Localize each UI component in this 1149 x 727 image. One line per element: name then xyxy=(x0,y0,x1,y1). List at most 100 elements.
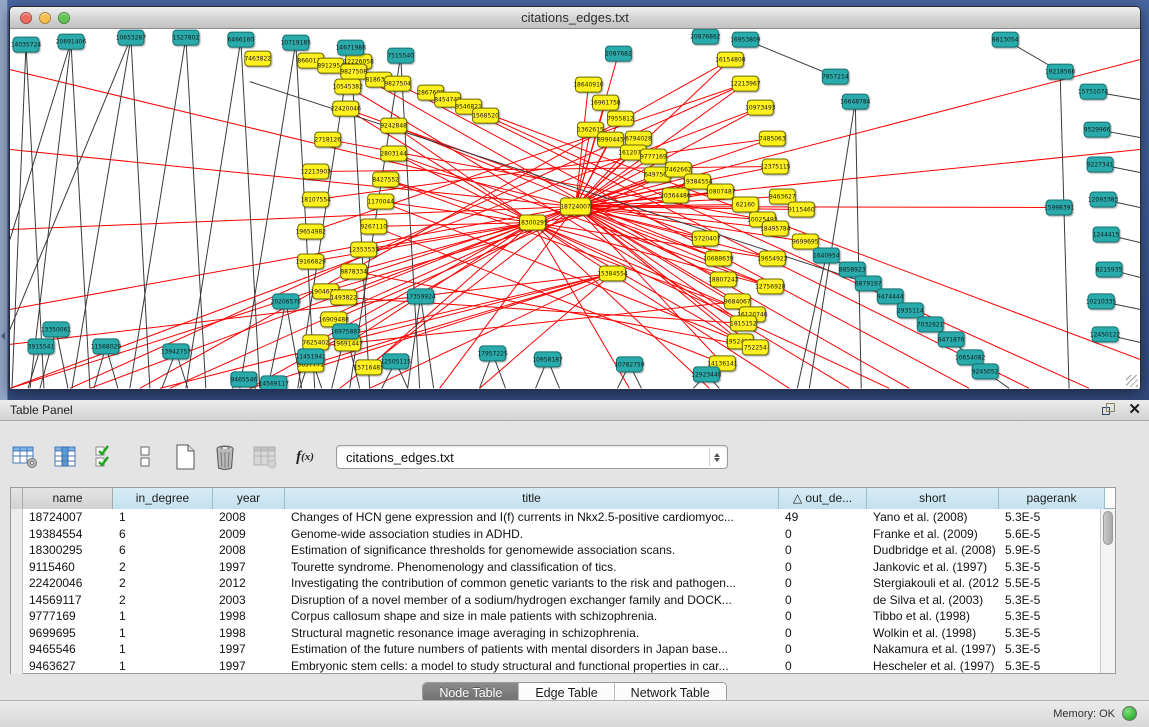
graph-node[interactable]: 6466160 xyxy=(227,32,254,47)
table-cell[interactable]: Tourette syndrome. Phenomenology and cla… xyxy=(285,559,779,576)
graph-node[interactable]: 9115460 xyxy=(788,202,815,217)
table-cell[interactable]: 49 xyxy=(779,509,867,526)
graph-node[interactable]: 10719185 xyxy=(281,35,312,50)
table-row[interactable]: 946362711997Embryonic stem cells: a mode… xyxy=(11,658,1115,675)
table-cell[interactable]: 0 xyxy=(779,592,867,609)
graph-node[interactable]: 13942757 xyxy=(161,344,192,359)
graph-node[interactable]: 18300295 xyxy=(517,215,548,230)
table-cell[interactable]: 0 xyxy=(779,641,867,658)
graph-node[interactable]: 752254 xyxy=(742,340,768,355)
table-cell[interactable]: 0 xyxy=(779,658,867,675)
column-header-pagerank[interactable]: pagerank xyxy=(999,488,1105,509)
table-cell[interactable]: 0 xyxy=(779,559,867,576)
table-cell[interactable]: 0 xyxy=(779,526,867,543)
table-cell[interactable]: 0 xyxy=(779,608,867,625)
table-row[interactable]: 1938455462009Genome-wide association stu… xyxy=(11,526,1115,543)
graph-node[interactable]: 12923448 xyxy=(691,367,722,382)
graph-node[interactable]: 20691406 xyxy=(56,34,87,49)
table-cell[interactable]: Estimation of significance thresholds fo… xyxy=(285,542,779,559)
table-cell[interactable]: 0 xyxy=(779,575,867,592)
table-cell[interactable]: Genome-wide association studies in ADHD. xyxy=(285,526,779,543)
graph-node[interactable]: 15384554 xyxy=(597,266,628,281)
graph-node[interactable]: 12505115 xyxy=(380,354,411,369)
graph-node[interactable]: 19218566 xyxy=(1045,64,1076,79)
table-cell[interactable]: Structural magnetic resonance image aver… xyxy=(285,625,779,642)
graph-node[interactable]: 12093383 xyxy=(1088,192,1119,207)
graph-node[interactable]: 10654082 xyxy=(955,350,986,365)
graph-node[interactable]: 7955812 xyxy=(607,111,634,126)
function-builder-button[interactable]: f(x) xyxy=(290,442,320,472)
graph-node[interactable]: 17957225 xyxy=(477,346,508,361)
table-cell[interactable]: Estimation of the future numbers of pati… xyxy=(285,641,779,658)
table-cell[interactable]: 5.6E-5 xyxy=(999,526,1105,543)
graph-node[interactable]: 12375115 xyxy=(760,159,791,174)
table-cell[interactable]: 14569117 xyxy=(23,592,113,609)
graph-node[interactable]: 18807243 xyxy=(708,272,739,287)
table-cell[interactable]: 9777169 xyxy=(23,608,113,625)
table-select-dropdown[interactable]: citations_edges.txt xyxy=(336,445,728,469)
table-cell[interactable]: 6 xyxy=(113,542,213,559)
graph-node[interactable]: 18495784 xyxy=(760,221,791,236)
graph-node[interactable]: 2087682 xyxy=(605,46,632,61)
table-row[interactable]: 911546021997Tourette syndrome. Phenomeno… xyxy=(11,559,1115,576)
graph-node[interactable]: 7485063 xyxy=(759,131,786,146)
table-cell[interactable]: 2008 xyxy=(213,542,285,559)
table-row[interactable]: 1830029562008Estimation of significance … xyxy=(11,542,1115,559)
citation-network-graph[interactable]: 1872400774638228660123891295412226058982… xyxy=(10,29,1140,389)
table-cell[interactable]: 5.3E-5 xyxy=(999,658,1105,675)
graph-node[interactable]: 14035724 xyxy=(11,37,42,52)
graph-node[interactable]: 18724007 xyxy=(560,198,591,215)
table-cell[interactable]: 2 xyxy=(113,559,213,576)
graph-node[interactable]: 9267110 xyxy=(360,219,387,234)
graph-node[interactable]: 12756928 xyxy=(755,279,786,294)
table-cell[interactable]: 22420046 xyxy=(23,575,113,592)
graph-node[interactable]: 10688639 xyxy=(703,251,734,266)
graph-node[interactable]: 12213903 xyxy=(300,164,331,179)
graph-node[interactable]: 19654982 xyxy=(295,224,326,239)
table-cell[interactable]: 5.3E-5 xyxy=(999,592,1105,609)
table-cell[interactable]: Stergiakouli et al. (2012) xyxy=(867,575,999,592)
table-cell[interactable]: 1 xyxy=(113,509,213,526)
table-cell[interactable]: 18300295 xyxy=(23,542,113,559)
graph-node[interactable]: 8471876 xyxy=(938,332,965,347)
graph-node[interactable]: 1527802 xyxy=(173,30,200,45)
graph-node[interactable]: 9827508 xyxy=(340,64,367,79)
graph-node[interactable]: 17359924 xyxy=(405,289,436,304)
network-window-titlebar[interactable]: citations_edges.txt xyxy=(10,7,1140,29)
graph-node[interactable]: 1244415 xyxy=(1093,227,1120,242)
table-cell[interactable]: 1997 xyxy=(213,559,285,576)
table-cell[interactable]: 5.3E-5 xyxy=(999,559,1105,576)
table-cell[interactable]: 2008 xyxy=(213,509,285,526)
graph-node[interactable]: 9242848 xyxy=(380,118,407,133)
graph-node[interactable]: 22420046 xyxy=(330,101,361,116)
table-cell[interactable]: Embryonic stem cells: a model to study s… xyxy=(285,658,779,675)
network-canvas[interactable]: 1872400774638228660123891295412226058982… xyxy=(10,29,1140,389)
table-cell[interactable]: 2009 xyxy=(213,526,285,543)
table-cell[interactable]: 1998 xyxy=(213,608,285,625)
left-splitter[interactable] xyxy=(0,0,8,400)
graph-node[interactable]: 18107554 xyxy=(300,192,331,207)
table-cell[interactable]: Wolkin et al. (1998) xyxy=(867,625,999,642)
graph-node[interactable]: 8813054 xyxy=(992,32,1019,47)
table-row[interactable]: 977716911998Corpus callosum shape and si… xyxy=(11,608,1115,625)
table-cell[interactable]: 1997 xyxy=(213,641,285,658)
graph-node[interactable]: 9699695 xyxy=(792,234,819,249)
table-cell[interactable]: Disruption of a novel member of a sodium… xyxy=(285,592,779,609)
new-table-button[interactable] xyxy=(170,442,200,472)
table-cell[interactable]: 0 xyxy=(779,542,867,559)
table-cell[interactable]: Franke et al. (2009) xyxy=(867,526,999,543)
table-cell[interactable]: 9699695 xyxy=(23,625,113,642)
graph-node[interactable]: 14569117 xyxy=(259,376,290,389)
graph-node[interactable]: 20876862 xyxy=(690,29,721,44)
graph-node[interactable]: 7032621 xyxy=(917,317,944,332)
graph-node[interactable]: 16648784 xyxy=(840,94,871,109)
graph-node[interactable]: 11451941 xyxy=(295,349,326,364)
table-cell[interactable]: 5.3E-5 xyxy=(999,641,1105,658)
graph-node[interactable]: 9827504 xyxy=(384,76,411,91)
graph-node[interactable]: 7515540 xyxy=(387,48,414,63)
table-cell[interactable]: 9115460 xyxy=(23,559,113,576)
graph-node[interactable]: 8427552 xyxy=(372,172,399,187)
graph-node[interactable]: 18640910 xyxy=(573,77,604,92)
graph-node[interactable]: 1493822 xyxy=(330,290,357,305)
graph-node[interactable]: 11568029 xyxy=(91,339,122,354)
